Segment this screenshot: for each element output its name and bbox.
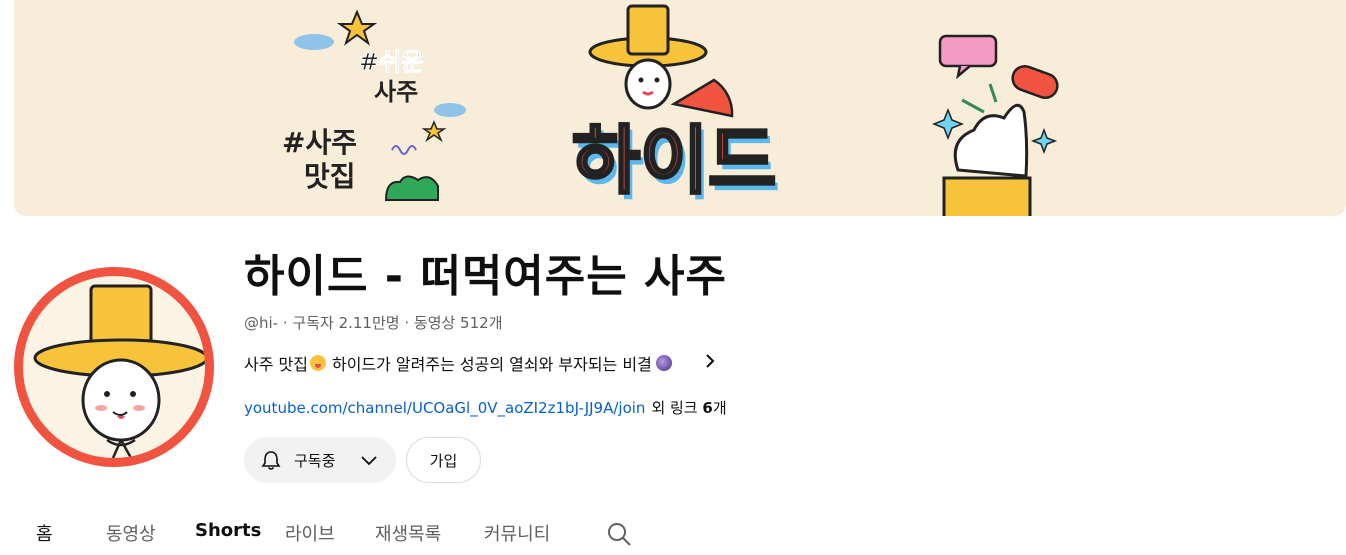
banner-logo: 하이드 — [572, 118, 776, 204]
tab-home[interactable]: 홈 — [36, 520, 53, 546]
channel-meta: @hi- · 구독자 2.11만명 · 동영상 512개 — [244, 312, 503, 333]
bell-icon — [260, 449, 282, 475]
search-icon[interactable] — [606, 521, 632, 551]
join-button[interactable]: 가입 — [406, 437, 481, 483]
channel-tabs: 홈 동영상 Shorts 라이브 재생목록 커뮤니티 — [0, 516, 1346, 555]
description-text-2: 하이드가 알려주는 성공의 열쇠와 부자되는 비결 — [331, 355, 652, 374]
avatar-artwork — [23, 276, 205, 458]
channel-links: youtube.com/channel/UCOaGl_0V_aoZI2z1bJ-… — [244, 397, 727, 418]
subscriber-count: 구독자 2.11만명 — [292, 314, 400, 332]
meta-separator: · — [399, 314, 414, 332]
video-count: 동영상 512개 — [413, 314, 503, 332]
tab-shorts[interactable]: Shorts — [195, 520, 261, 541]
banner-tag-1a: #쉬운 — [359, 48, 423, 76]
crystal-ball-emoji-icon — [655, 355, 672, 371]
banner-tag-1b: 사주 — [374, 78, 418, 106]
tab-playlists[interactable]: 재생목록 — [375, 520, 441, 546]
banner-tag-2b: 맛집 — [304, 160, 356, 193]
channel-title: 하이드 - 떠먹여주는 사주 — [244, 251, 728, 302]
tab-community[interactable]: 커뮤니티 — [484, 520, 550, 546]
meta-separator: · — [278, 314, 293, 332]
banner-artwork: #쉬운 사주 #사주 맛집 하이드 하이드 — [282, 4, 1059, 216]
more-links-suffix: 개 — [712, 399, 727, 417]
channel-description[interactable]: 사주 맛집 하이드가 알려주는 성공의 열쇠와 부자되는 비결 — [244, 351, 716, 375]
banner-tag-2a: #사주 — [282, 126, 357, 159]
channel-join-link[interactable]: youtube.com/channel/UCOaGl_0V_aoZI2z1bJ-… — [244, 399, 645, 417]
subscribed-button[interactable]: 구독중 — [244, 437, 396, 483]
tab-live[interactable]: 라이브 — [285, 520, 335, 546]
description-text-1: 사주 맛집 — [244, 355, 308, 374]
channel-banner: #쉬운 사주 #사주 맛집 하이드 하이드 — [14, 0, 1346, 216]
more-links-prefix: 외 링크 — [651, 399, 703, 417]
more-links-count: 6 — [702, 399, 713, 417]
more-links[interactable]: 외 링크 6개 — [651, 399, 726, 417]
chevron-down-icon — [360, 453, 378, 471]
tab-videos[interactable]: 동영상 — [106, 520, 156, 546]
yum-emoji-icon — [309, 355, 326, 371]
chevron-right-icon[interactable] — [704, 353, 716, 374]
channel-handle: @hi- — [244, 314, 279, 332]
subscribed-label: 구독중 — [294, 452, 336, 470]
channel-avatar[interactable] — [14, 267, 214, 467]
